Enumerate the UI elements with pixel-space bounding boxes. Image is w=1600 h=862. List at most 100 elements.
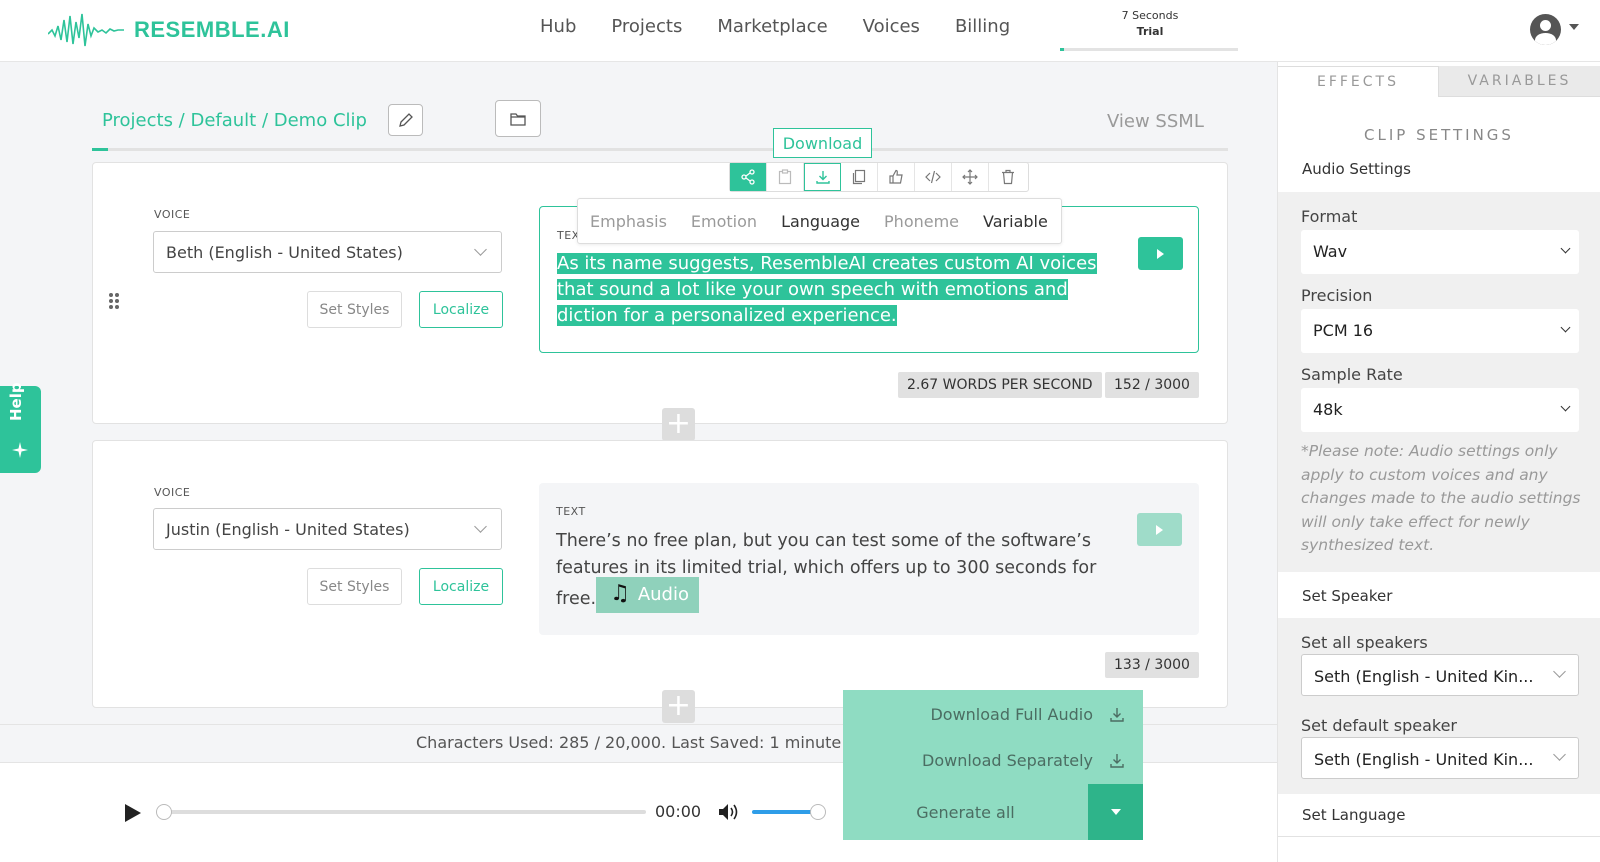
user-avatar-icon[interactable]	[1530, 14, 1561, 45]
nav-billing[interactable]: Billing	[955, 16, 1010, 37]
play-icon[interactable]	[124, 803, 142, 823]
ssml-emotion[interactable]: Emotion	[691, 212, 757, 231]
view-ssml-link[interactable]: View SSML	[1107, 111, 1204, 132]
audio-settings-heading[interactable]: Audio Settings	[1278, 160, 1600, 178]
generate-all-button[interactable]: Generate all	[843, 784, 1088, 840]
set-styles-button[interactable]: Set Styles	[307, 568, 402, 605]
set-styles-button[interactable]: Set Styles	[307, 291, 402, 328]
volume-knob[interactable]	[810, 804, 826, 820]
set-default-speaker-select[interactable]: Seth (English - United Kin...	[1301, 737, 1579, 779]
code-button[interactable]	[915, 163, 952, 191]
selected-text-line: As its name suggests, ResembleAI creates…	[557, 253, 1097, 274]
trash-icon	[1001, 169, 1014, 185]
precision-select[interactable]: PCM 16	[1301, 309, 1579, 353]
add-clip-button[interactable]: +	[662, 408, 695, 441]
nav-voices[interactable]: Voices	[863, 16, 920, 37]
logo[interactable]: RESEMBLE.AI	[48, 12, 290, 48]
clip-settings-heading: CLIP SETTINGS	[1364, 126, 1514, 144]
volume-icon[interactable]	[718, 803, 740, 821]
ssml-phoneme[interactable]: Phoneme	[884, 212, 959, 231]
words-per-second-badge: 2.67 WORDS PER SECOND	[898, 372, 1102, 398]
voice-select-value: Beth (English - United States)	[166, 243, 403, 262]
nav-projects[interactable]: Projects	[611, 16, 682, 37]
clip-toolbar	[729, 162, 1029, 192]
scrubber-knob[interactable]	[156, 804, 172, 820]
download-icon	[815, 171, 830, 184]
download-menu: Download Full Audio Download Separately	[843, 690, 1143, 784]
sample-rate-select[interactable]: 48k	[1301, 388, 1579, 432]
trial-progress-fill	[1060, 48, 1064, 51]
copy-button[interactable]	[841, 163, 878, 191]
chevron-down-icon	[474, 243, 487, 256]
tab-variables[interactable]: VARIABLES	[1439, 66, 1600, 97]
logo-text: RESEMBLE.AI	[134, 17, 290, 42]
share-button[interactable]	[730, 163, 767, 191]
audio-tag-label: Audio	[637, 584, 689, 605]
chevron-down-icon	[474, 520, 487, 533]
clip-text-line: free.	[556, 588, 597, 609]
voice-label: VOICE	[154, 208, 191, 221]
download-tooltip: Download	[773, 128, 872, 158]
set-all-speakers-select[interactable]: Seth (English - United Kin...	[1301, 654, 1579, 696]
caret-down-icon	[1110, 809, 1121, 815]
trial-progress-bar	[1060, 48, 1238, 51]
localize-button[interactable]: Localize	[419, 291, 503, 328]
selected-text-line: diction for a personalized experience.	[557, 305, 897, 326]
generate-options-button[interactable]	[1088, 784, 1143, 840]
sparkle-icon	[12, 442, 28, 458]
caret-down-icon[interactable]	[1569, 24, 1579, 30]
voice-select[interactable]: Beth (English - United States)	[153, 231, 502, 273]
localize-button[interactable]: Localize	[419, 568, 503, 605]
set-all-speakers-label: Set all speakers	[1301, 633, 1428, 652]
breadcrumb[interactable]: Projects / Default / Demo Clip	[102, 110, 367, 131]
move-button[interactable]	[952, 163, 989, 191]
like-button[interactable]	[878, 163, 915, 191]
edit-title-button[interactable]	[388, 104, 423, 136]
download-full-audio-label: Download Full Audio	[930, 705, 1093, 724]
set-speaker-heading[interactable]: Set Speaker	[1278, 587, 1600, 605]
trial-status[interactable]: 7 Seconds Trial	[1060, 8, 1240, 40]
help-label[interactable]: Help	[7, 382, 25, 421]
play-clip-button[interactable]	[1138, 237, 1183, 270]
clipboard-button[interactable]	[767, 163, 804, 191]
play-icon	[1156, 524, 1163, 535]
audio-tag[interactable]: ♫ Audio	[596, 577, 699, 613]
format-value: Wav	[1313, 242, 1348, 261]
clip-text-selected[interactable]: As its name suggests, ResembleAI creates…	[557, 251, 1097, 329]
download-separately-item[interactable]: Download Separately	[922, 751, 1125, 770]
play-clip-button[interactable]	[1137, 513, 1182, 546]
thumbs-up-icon	[889, 169, 903, 184]
nav-hub[interactable]: Hub	[540, 16, 576, 37]
audio-settings-note: *Please note: Audio settings only apply …	[1301, 442, 1581, 554]
code-icon	[925, 170, 941, 184]
precision-value: PCM 16	[1313, 321, 1374, 340]
set-default-speaker-label: Set default speaker	[1301, 716, 1457, 735]
voice-select[interactable]: Justin (English - United States)	[153, 508, 502, 550]
clip-progress-fill	[92, 148, 108, 151]
nav-marketplace[interactable]: Marketplace	[717, 16, 827, 37]
download-button[interactable]	[804, 163, 841, 191]
playback-scrubber[interactable]	[156, 810, 646, 814]
ssml-language[interactable]: Language	[781, 212, 860, 231]
tab-effects[interactable]: EFFECTS	[1278, 66, 1439, 97]
playback-time: 00:00	[655, 802, 702, 821]
drag-handle-icon[interactable]	[109, 293, 119, 309]
set-language-heading[interactable]: Set Language	[1278, 806, 1600, 824]
clip-text[interactable]: There’s no free plan, but you can test s…	[556, 528, 1116, 613]
char-count-badge: 133 / 3000	[1105, 652, 1199, 678]
waveform-logo-icon	[48, 13, 124, 47]
chevron-down-icon	[1560, 401, 1571, 412]
format-select[interactable]: Wav	[1301, 230, 1579, 274]
add-clip-button[interactable]: +	[662, 690, 695, 723]
text-editor[interactable]: TEXT There’s no free plan, but you can t…	[539, 483, 1199, 635]
download-full-audio-item[interactable]: Download Full Audio	[930, 705, 1125, 724]
download-icon	[1110, 753, 1124, 768]
delete-button[interactable]	[989, 163, 1026, 191]
ssml-variable[interactable]: Variable	[983, 212, 1048, 231]
ssml-emphasis[interactable]: Emphasis	[590, 212, 667, 231]
chevron-down-icon	[1560, 322, 1571, 333]
clip-progress-line	[92, 148, 1228, 151]
trial-seconds: 7 Seconds	[1121, 9, 1179, 22]
folder-button[interactable]	[495, 100, 541, 137]
format-label: Format	[1301, 207, 1358, 226]
